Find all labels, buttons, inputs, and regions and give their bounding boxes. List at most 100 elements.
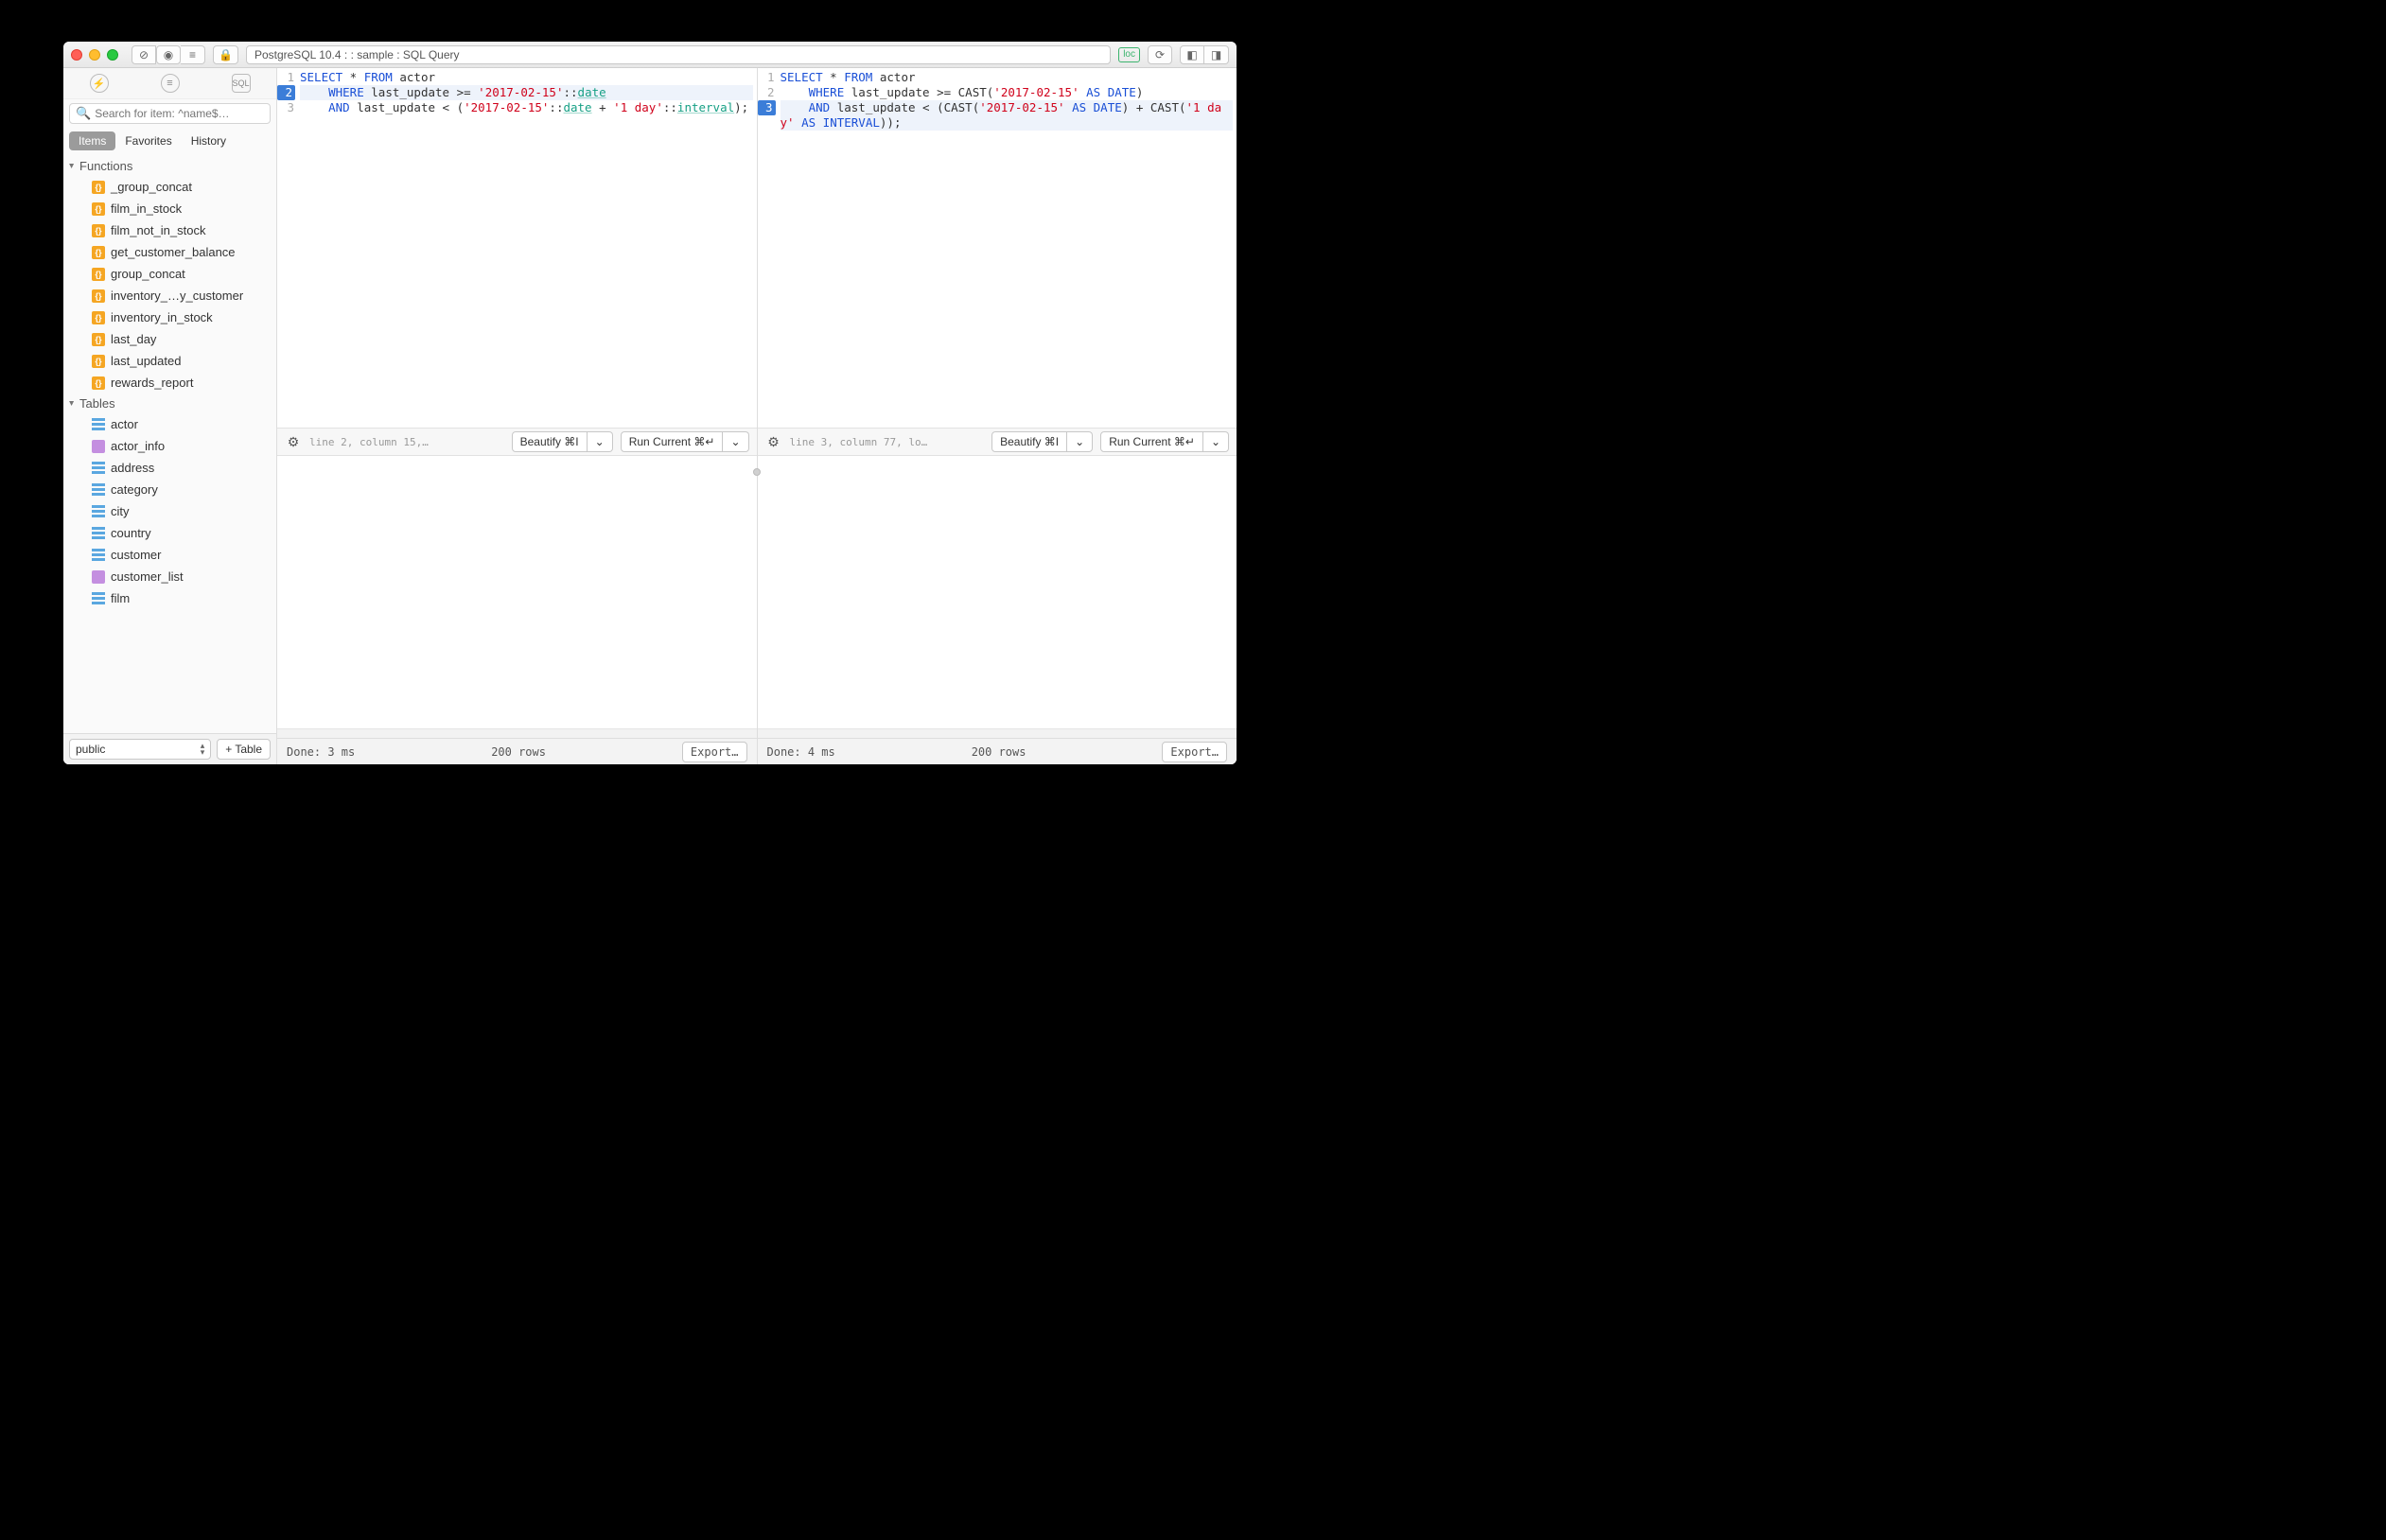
sidebar-item-function[interactable]: {}group_concat	[63, 263, 276, 285]
sidebar-item-function[interactable]: {} _group_concat	[63, 176, 276, 198]
sidebar-item-table[interactable]: address	[63, 457, 276, 479]
table-icon	[92, 549, 105, 562]
gear-icon[interactable]: ⚙	[285, 433, 302, 450]
gutter-right: 1 2 3	[758, 68, 779, 428]
code-right[interactable]: SELECT * FROM actor WHERE last_update >=…	[779, 68, 1237, 428]
sidebar-item-label: last_day	[111, 332, 156, 346]
list-button[interactable]: ≡	[181, 45, 205, 64]
lock-button[interactable]: 🔒	[213, 45, 238, 64]
function-icon: {}	[92, 181, 105, 194]
sidebar-item-function[interactable]: {}film_in_stock	[63, 198, 276, 219]
preview-button[interactable]: ◉	[156, 45, 181, 64]
sidebar-item-table[interactable]: customer	[63, 544, 276, 566]
chevron-updown-icon: ▴▾	[201, 743, 205, 756]
chevron-down-icon: ⌄	[730, 435, 740, 448]
sidebar-search[interactable]: 🔍	[69, 103, 271, 124]
function-icon: {}	[92, 224, 105, 237]
split-handle[interactable]	[753, 468, 761, 476]
results-left[interactable]	[277, 456, 757, 728]
group-functions[interactable]: Functions	[63, 156, 276, 176]
sidebar-item-function[interactable]: {}rewards_report	[63, 372, 276, 394]
function-icon: {}	[92, 311, 105, 324]
table-icon	[92, 462, 105, 475]
sidebar-item-table[interactable]: city	[63, 500, 276, 522]
sidebar-item-function[interactable]: {} film_not_in_stock	[63, 219, 276, 241]
beautify-button-left[interactable]: Beautify ⌘I	[512, 431, 588, 452]
toggle-sidebar-button[interactable]: ◧	[1180, 45, 1204, 64]
row-count-left: 200 rows	[355, 745, 682, 759]
tab-items[interactable]: Items	[69, 131, 115, 150]
tab-history[interactable]: History	[182, 131, 236, 150]
sidebar-item-table[interactable]: actor	[63, 413, 276, 435]
beautify-button-right[interactable]: Beautify ⌘I	[991, 431, 1067, 452]
minimize-window-button[interactable]	[89, 49, 100, 61]
nav-back-button[interactable]: ⊘	[132, 45, 156, 64]
window-controls	[71, 49, 118, 61]
sidebar-item-table[interactable]: customer_list	[63, 566, 276, 587]
chevron-down-icon: ⌄	[595, 435, 605, 448]
sidebar-item-label: _group_concat	[111, 180, 192, 194]
beautify-menu-right[interactable]: ⌄	[1067, 431, 1093, 452]
run-menu-right[interactable]: ⌄	[1203, 431, 1229, 452]
results-footer-right: Done: 4 ms 200 rows Export…	[758, 738, 1237, 764]
export-button-left[interactable]: Export…	[682, 742, 747, 762]
cursor-status-left: line 2, column 15,…	[309, 436, 429, 448]
chevron-down-icon: ⌄	[1211, 435, 1220, 448]
hscrollbar-right[interactable]	[758, 728, 1237, 738]
results-right[interactable]	[758, 456, 1237, 728]
sidebar-item-label: category	[111, 482, 158, 497]
zoom-window-button[interactable]	[107, 49, 118, 61]
sidebar-item-label: customer_list	[111, 569, 184, 584]
editor-right[interactable]: 1 2 3 SELECT * FROM actor WHERE last_upd…	[758, 68, 1237, 428]
sidebar-item-label: country	[111, 526, 151, 540]
plus-icon: +	[225, 743, 232, 756]
refresh-button[interactable]: ⟳	[1148, 45, 1172, 64]
gear-icon[interactable]: ⚙	[765, 433, 782, 450]
sidebar-mode-switch: ⚡ ≡ SQL	[63, 68, 276, 99]
sidebar-item-table[interactable]: category	[63, 479, 276, 500]
run-menu-left[interactable]: ⌄	[723, 431, 748, 452]
toggle-panel-button[interactable]: ◨	[1204, 45, 1229, 64]
connection-icon[interactable]: ⚡	[90, 74, 109, 93]
app-window: ⊘ ◉ ≡ 🔒 PostgreSQL 10.4 : : sample : SQL…	[63, 42, 1237, 764]
sidebar-item-label: last_updated	[111, 354, 181, 368]
sidebar-item-function[interactable]: {}inventory_…y_customer	[63, 285, 276, 306]
add-table-button[interactable]: +Table	[217, 739, 271, 760]
titlebar: ⊘ ◉ ≡ 🔒 PostgreSQL 10.4 : : sample : SQL…	[63, 42, 1237, 68]
beautify-menu-left[interactable]: ⌄	[588, 431, 613, 452]
sidebar-tree[interactable]: Functions {} _group_concat {}film_in_stock…	[63, 156, 276, 733]
sidebar-item-function[interactable]: {}last_day	[63, 328, 276, 350]
sidebar-item-table[interactable]: country	[63, 522, 276, 544]
sidebar-item-label: film	[111, 591, 130, 605]
group-tables[interactable]: Tables	[63, 394, 276, 413]
sidebar-item-label: customer	[111, 548, 161, 562]
chevron-down-icon: ⌄	[1075, 435, 1084, 448]
schema-select[interactable]: public ▴▾	[69, 739, 211, 760]
close-window-button[interactable]	[71, 49, 82, 61]
sidebar-footer: public ▴▾ +Table	[63, 733, 276, 764]
sidebar-item-label: film_not_in_stock	[111, 223, 205, 237]
sidebar-item-label: inventory_…y_customer	[111, 289, 243, 303]
sql-icon[interactable]: SQL	[232, 74, 251, 93]
run-button-right[interactable]: Run Current ⌘↵	[1100, 431, 1203, 452]
view-icon	[92, 570, 105, 584]
code-left[interactable]: SELECT * FROM actor WHERE last_update >=…	[298, 68, 757, 428]
tab-favorites[interactable]: Favorites	[115, 131, 181, 150]
hscrollbar-left[interactable]	[277, 728, 757, 738]
sidebar-item-table[interactable]: actor_info	[63, 435, 276, 457]
database-icon[interactable]: ≡	[161, 74, 180, 93]
sidebar-item-label: group_concat	[111, 267, 185, 281]
export-button-right[interactable]: Export…	[1162, 742, 1227, 762]
sidebar-tabs: Items Favorites History	[63, 128, 276, 156]
sidebar-item-function[interactable]: {}get_customer_balance	[63, 241, 276, 263]
sidebar-item-table[interactable]: film	[63, 587, 276, 609]
row-count-right: 200 rows	[835, 745, 1163, 759]
editor-toolbar-right: ⚙ line 3, column 77, location… Beautify …	[758, 428, 1237, 456]
sidebar-item-function[interactable]: {}inventory_in_stock	[63, 306, 276, 328]
sidebar-item-function[interactable]: {}last_updated	[63, 350, 276, 372]
editor-left[interactable]: 1 2 3 SELECT * FROM actor WHERE last_upd…	[277, 68, 757, 428]
run-button-left[interactable]: Run Current ⌘↵	[621, 431, 724, 452]
search-input[interactable]	[95, 107, 264, 120]
sidebar-item-label: address	[111, 461, 154, 475]
location-badge: loc	[1118, 47, 1140, 62]
